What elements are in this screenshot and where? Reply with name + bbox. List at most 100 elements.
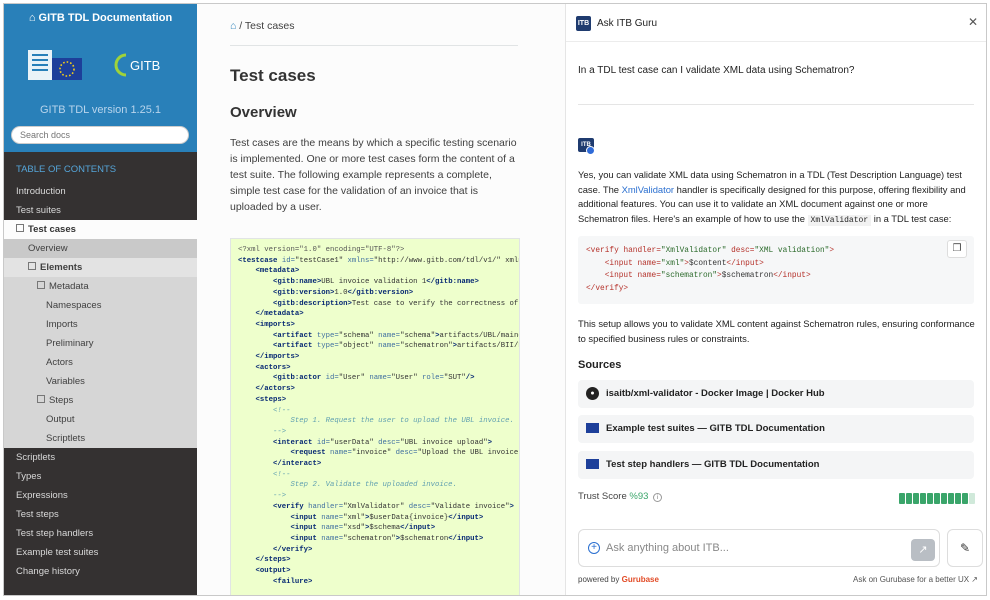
trust-score: Trust Score %93 i	[578, 491, 663, 502]
nav-test-steps[interactable]: Test steps	[4, 505, 197, 524]
section-heading: Overview	[230, 104, 297, 121]
sidebar: ⌂ GITB TDL Documentation GITB GITB TDL v…	[4, 4, 197, 595]
main-content: ⌂ / Test cases Test cases Overview Test …	[197, 4, 565, 595]
trust-meter-segment	[934, 493, 940, 504]
home-icon[interactable]: ⌂	[230, 20, 236, 32]
trust-meter-segment	[899, 493, 905, 504]
info-icon[interactable]: i	[653, 493, 663, 502]
powered-by-label: powered by	[578, 575, 620, 584]
answer-conclusion: This setup allows you to validate XML co…	[578, 318, 975, 344]
nav-variables[interactable]: Variables	[4, 372, 197, 391]
nav-namespaces[interactable]: Namespaces	[4, 296, 197, 315]
send-button[interactable]: ↗	[911, 539, 935, 561]
nav-types[interactable]: Types	[4, 467, 197, 486]
breadcrumb: ⌂ / Test cases	[230, 4, 518, 46]
chat-header: ITB Ask ITB Guru ✕	[566, 4, 986, 42]
user-question: In a TDL test case can I validate XML da…	[578, 65, 855, 76]
trust-meter-segment	[927, 493, 933, 504]
itb-logo-icon: ITB	[576, 16, 591, 31]
home-icon: ⌂	[28, 12, 36, 24]
browser-frame: ⌂ GITB TDL Documentation GITB GITB TDL v…	[3, 3, 987, 596]
trust-meter-segment	[913, 493, 919, 504]
code-example: <?xml version="1.0" encoding="UTF-8"?> <…	[230, 238, 520, 595]
nav-example-test-suites[interactable]: Example test suites	[4, 543, 197, 562]
nav-test-cases[interactable]: Test cases	[4, 220, 197, 239]
collapse-icon[interactable]	[16, 224, 24, 232]
nav-preliminary[interactable]: Preliminary	[4, 334, 197, 353]
gitb-logo: GITB	[112, 52, 176, 81]
trust-meter-segment	[962, 493, 968, 504]
trust-meter-segment	[969, 493, 975, 504]
source-docker-hub[interactable]: ● isaitb/xml-validator - Docker Image | …	[578, 380, 974, 408]
site-title-text: GITB TDL Documentation	[38, 12, 173, 24]
logo: GITB	[28, 46, 178, 90]
nav-scriptlets[interactable]: Scriptlets	[4, 448, 197, 467]
ask-input[interactable]: Ask anything about ITB...	[606, 542, 729, 554]
copy-icon[interactable]: ❐	[947, 240, 967, 258]
nav-output[interactable]: Output	[4, 410, 197, 429]
eu-flag-icon	[586, 423, 599, 433]
new-chat-button[interactable]: ✎	[947, 529, 983, 567]
eu-flag-icon	[586, 459, 599, 469]
trust-value: %93	[629, 491, 649, 502]
trust-meter-segment	[906, 493, 912, 504]
site-title[interactable]: ⌂ GITB TDL Documentation	[4, 4, 197, 24]
trust-meter	[899, 491, 976, 509]
xmlvalidator-link[interactable]: XmlValidator	[622, 184, 674, 195]
nav-expressions[interactable]: Expressions	[4, 486, 197, 505]
trust-label: Trust Score	[578, 491, 627, 502]
source-example-test-suites[interactable]: Example test suites — GITB TDL Documenta…	[578, 415, 974, 443]
nav-steps[interactable]: Steps	[4, 391, 197, 410]
ask-input-box[interactable]: + Ask anything about ITB... ↗	[578, 529, 940, 567]
answer-code-block: <verify handler="XmlValidator" desc="XML…	[578, 236, 974, 304]
nav-imports[interactable]: Imports	[4, 315, 197, 334]
source-label: Test step handlers — GITB TDL Documentat…	[606, 459, 820, 470]
expand-icon[interactable]	[37, 281, 45, 289]
docker-icon: ●	[586, 387, 599, 400]
trust-meter-segment	[955, 493, 961, 504]
nav-test-suites[interactable]: Test suites	[4, 201, 197, 220]
sidebar-header: ⌂ GITB TDL Documentation GITB GITB TDL v…	[4, 4, 197, 152]
trust-meter-segment	[948, 493, 954, 504]
nav-test-step-handlers[interactable]: Test step handlers	[4, 524, 197, 543]
collapse-icon[interactable]	[28, 262, 36, 270]
nav-test-cases-label: Test cases	[28, 224, 76, 235]
sources-heading: Sources	[578, 359, 622, 371]
nav-metadata-label: Metadata	[49, 281, 89, 292]
divider	[578, 104, 974, 105]
eu-commission-logo	[28, 50, 82, 80]
svg-text:GITB: GITB	[130, 58, 160, 73]
chat-title: Ask ITB Guru	[597, 18, 658, 29]
trust-meter-segment	[920, 493, 926, 504]
gurubase-link[interactable]: Gurubase	[622, 575, 659, 584]
nav-elements-label: Elements	[40, 262, 83, 273]
nav-metadata[interactable]: Metadata	[4, 277, 197, 296]
nav-change-history[interactable]: Change history	[4, 562, 197, 581]
nav-elements[interactable]: Elements	[4, 258, 197, 277]
source-test-step-handlers[interactable]: Test step handlers — GITB TDL Documentat…	[578, 451, 974, 479]
bot-answer: Yes, you can validate XML data using Sch…	[578, 168, 978, 228]
ask-gurubase-link[interactable]: Ask on Gurubase for a better UX ↗	[853, 575, 978, 584]
expand-icon[interactable]	[37, 395, 45, 403]
ask-itb-guru-panel: ITB Ask ITB Guru ✕ In a TDL test case ca…	[565, 4, 986, 595]
page-title: Test cases	[230, 66, 316, 85]
breadcrumb-current: Test cases	[244, 20, 295, 32]
nav-actors[interactable]: Actors	[4, 353, 197, 372]
intro-paragraph: Test cases are the means by which a spec…	[230, 137, 517, 213]
nav-scriptlets-sub[interactable]: Scriptlets	[4, 429, 197, 448]
trust-meter-segment	[941, 493, 947, 504]
inline-code: XmlValidator	[807, 214, 872, 226]
source-label: isaitb/xml-validator - Docker Image | Do…	[606, 388, 825, 399]
nav-introduction[interactable]: Introduction	[4, 182, 197, 201]
nav-steps-label: Steps	[49, 395, 74, 406]
source-label: Example test suites — GITB TDL Documenta…	[606, 423, 825, 434]
add-icon[interactable]: +	[588, 542, 600, 554]
close-icon[interactable]: ✕	[968, 15, 978, 29]
powered-by: powered by Gurubase	[578, 575, 659, 584]
toc-caption: TABLE OF CONTENTS	[16, 164, 117, 175]
bot-status-icon	[586, 146, 595, 155]
answer-text-3: in a TDL test case:	[871, 212, 952, 224]
version-label: GITB TDL version 1.25.1	[39, 104, 162, 116]
search-input[interactable]	[11, 126, 189, 144]
nav-overview[interactable]: Overview	[4, 239, 197, 258]
